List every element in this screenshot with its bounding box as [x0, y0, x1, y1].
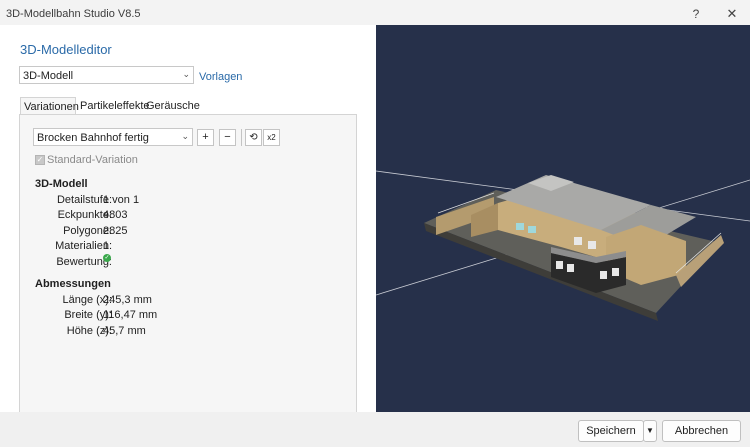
refresh-icon[interactable]: ⟲: [245, 129, 262, 146]
model-section-heading: 3D-Modell: [35, 178, 88, 190]
editor-panel: 3D-Modelleditor 3D-Modell ⌄ Vorlagen Var…: [0, 25, 376, 419]
height-label: Höhe (z):: [66, 325, 112, 337]
height-row: Höhe (z): 45,7 mm: [20, 325, 358, 341]
toolbar-divider: [241, 129, 242, 146]
model-preview: [376, 170, 750, 321]
model-type-select[interactable]: 3D-Modell ⌄: [19, 66, 194, 84]
length-row: Länge (x): 245,3 mm: [20, 294, 358, 310]
vertices-row: Eckpunkte: 4803: [20, 209, 358, 225]
cancel-button[interactable]: Abbrechen: [662, 420, 741, 442]
length-value: 245,3 mm: [103, 294, 152, 306]
detail-level-label: Detailstufe:: [56, 194, 112, 206]
tab-sounds[interactable]: Geräusche: [143, 97, 200, 115]
detail-level-row: Detailstufe: 1 von 1: [20, 194, 358, 210]
window: [516, 223, 524, 230]
tab-particle-effects[interactable]: Partikeleffekte: [77, 97, 150, 115]
polygons-value: 2825: [103, 225, 128, 237]
variations-panel: Brocken Bahnhof fertig ⌄ + − ⟲ x2 ✓ Stan…: [19, 114, 357, 419]
rating-row: Bewertung: ✓: [20, 254, 358, 272]
duplicate-button[interactable]: x2: [263, 129, 280, 146]
height-value: 45,7 mm: [103, 325, 146, 337]
window: [600, 271, 607, 279]
chevron-down-icon: ⌄: [182, 69, 190, 79]
model-type-value: 3D-Modell: [23, 70, 74, 82]
help-button[interactable]: ?: [685, 4, 707, 24]
templates-link[interactable]: Vorlagen: [199, 71, 242, 83]
dimensions-section-heading: Abmessungen: [35, 278, 111, 290]
vertices-value: 4803: [103, 209, 128, 221]
check-icon[interactable]: ✓: [35, 155, 45, 165]
window: [567, 264, 574, 272]
window: [556, 261, 563, 269]
vertices-label: Eckpunkte:: [57, 209, 112, 221]
length-label: Länge (x):: [62, 294, 112, 306]
materials-value: 1: [103, 240, 110, 252]
materials-row: Materialien: 1: [20, 240, 358, 256]
polygons-row: Polygone: 2825: [20, 225, 358, 241]
window-title: 3D-Modellbahn Studio V8.5: [6, 8, 141, 20]
close-button[interactable]: ✕: [721, 4, 743, 24]
window: [588, 241, 596, 249]
variation-select[interactable]: Brocken Bahnhof fertig ⌄: [33, 128, 193, 146]
page-title: 3D-Modelleditor: [20, 42, 112, 57]
rating-label: Bewertung:: [56, 256, 112, 268]
3d-viewport[interactable]: [376, 25, 750, 412]
caret-down-icon[interactable]: ▼: [643, 420, 657, 442]
width-label: Breite (y):: [64, 309, 112, 321]
remove-variation-button[interactable]: −: [219, 129, 236, 146]
detail-level-value: 1 von 1: [103, 194, 140, 206]
width-row: Breite (y): 116,47 mm: [20, 309, 358, 325]
window: [574, 237, 582, 245]
chevron-down-icon: ⌄: [181, 131, 189, 141]
save-button[interactable]: Speichern: [578, 420, 644, 442]
polygons-label: Polygone:: [63, 225, 112, 237]
add-variation-button[interactable]: +: [197, 129, 214, 146]
window: [528, 226, 536, 233]
title-bar: 3D-Modellbahn Studio V8.5 ? ✕: [0, 0, 750, 28]
check-circle-icon: ✓: [103, 254, 111, 262]
variation-value: Brocken Bahnhof fertig: [37, 132, 149, 144]
window: [612, 268, 619, 276]
materials-label: Materialien:: [55, 240, 112, 252]
width-value: 116,47 mm: [103, 309, 158, 321]
standard-variation-label: Standard-Variation: [47, 154, 138, 166]
footer-bar: Speichern ▼ Abbrechen: [0, 412, 750, 447]
